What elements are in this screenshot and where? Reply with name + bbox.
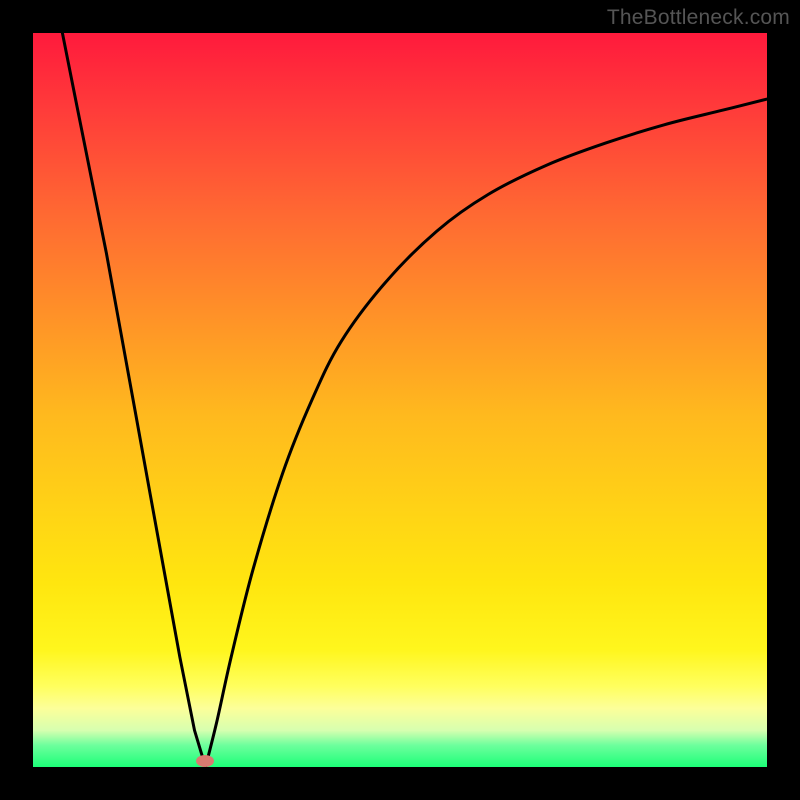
curve-right-branch — [206, 99, 768, 767]
curve-left-branch — [62, 33, 205, 767]
curve-svg — [33, 33, 767, 767]
watermark-text: TheBottleneck.com — [607, 6, 790, 30]
plot-area — [33, 33, 767, 767]
chart-frame: TheBottleneck.com — [0, 0, 800, 800]
